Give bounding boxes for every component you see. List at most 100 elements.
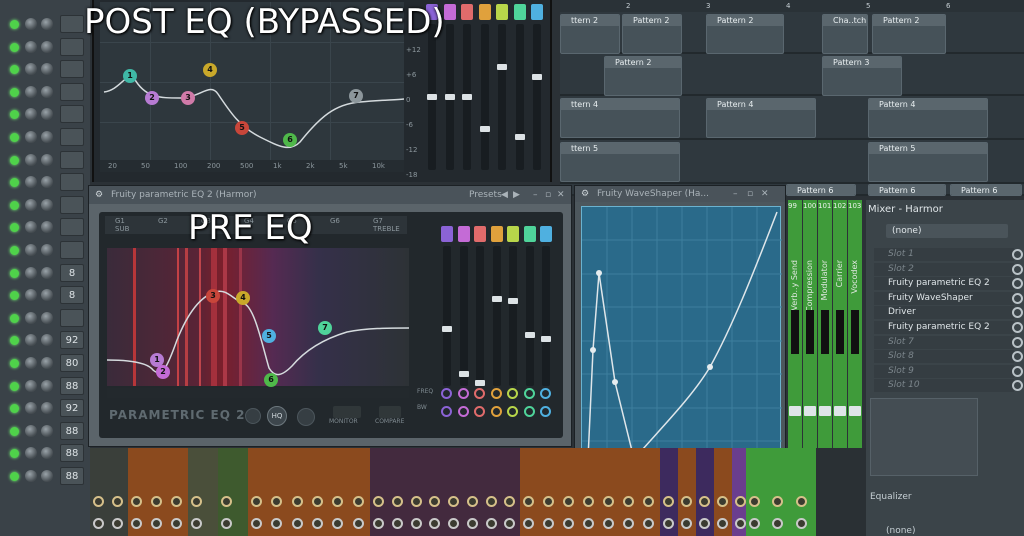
rack-channel-row[interactable]: 8 xyxy=(0,262,90,284)
insert-route-knob[interactable] xyxy=(171,518,182,529)
band-tag-4[interactable] xyxy=(478,4,491,20)
band-tag-3[interactable] xyxy=(474,226,486,242)
mode-knob[interactable] xyxy=(297,408,315,426)
pan-knob[interactable] xyxy=(25,153,37,166)
insert-pan-knob[interactable] xyxy=(410,496,422,507)
bandwidth-knob[interactable] xyxy=(457,406,469,417)
insert-pan-knob[interactable] xyxy=(151,496,162,507)
band-gain-slider-4[interactable] xyxy=(479,24,490,170)
waveshaper-plot[interactable]: ⚙ xyxy=(581,206,782,475)
bandwidth-knob[interactable] xyxy=(507,406,518,417)
insert-route-knob[interactable] xyxy=(448,518,459,529)
insert-pan-knob[interactable] xyxy=(221,496,232,507)
output-route-select[interactable]: (none) xyxy=(886,526,915,536)
pattern-clip[interactable]: Pattern 4 xyxy=(706,98,816,138)
eq-band-node[interactable]: 7 xyxy=(349,89,363,103)
insert-route-knob[interactable] xyxy=(643,518,654,529)
mixer-fx-slot[interactable]: Slot 1 xyxy=(874,248,1014,261)
eq-band-node[interactable]: 1 xyxy=(123,69,137,83)
volume-knob[interactable] xyxy=(41,198,53,211)
band-gain-slider-6[interactable] xyxy=(514,24,525,170)
insert-route-knob[interactable] xyxy=(583,518,594,529)
insert-pan-knob[interactable] xyxy=(131,496,142,507)
insert-route-knob[interactable] xyxy=(131,518,142,529)
insert-route-knob[interactable] xyxy=(291,518,303,529)
slider-handle[interactable] xyxy=(532,74,542,80)
play-icon[interactable] xyxy=(245,408,261,424)
band-tag-4[interactable] xyxy=(490,226,503,242)
insert-route-knob[interactable] xyxy=(112,518,123,529)
pre-eq-graph[interactable]: 1234567 xyxy=(107,248,409,387)
slot-mix-knob[interactable] xyxy=(1012,380,1023,392)
volume-knob[interactable] xyxy=(41,108,53,121)
channel-led[interactable] xyxy=(10,336,19,346)
slot-mix-knob[interactable] xyxy=(1012,292,1023,304)
band-tag-2[interactable] xyxy=(457,226,470,242)
freq-knob[interactable] xyxy=(507,388,518,399)
eq-band-node[interactable]: 6 xyxy=(283,133,297,147)
pan-knob[interactable] xyxy=(25,357,37,369)
channel-led[interactable] xyxy=(10,426,19,436)
slider-handle[interactable] xyxy=(508,298,518,304)
pan-knob[interactable] xyxy=(25,289,37,302)
pan-knob[interactable] xyxy=(25,63,37,76)
next-preset-icon[interactable]: ▶ xyxy=(513,186,520,204)
rack-channel-row[interactable] xyxy=(0,126,90,148)
channel-number[interactable]: 8 xyxy=(60,286,84,305)
insert-pan-knob[interactable] xyxy=(717,496,728,507)
channel-led[interactable] xyxy=(10,291,19,301)
hq-button[interactable]: HQ xyxy=(267,406,287,426)
insert-pan-knob[interactable] xyxy=(543,496,554,507)
volume-knob[interactable] xyxy=(41,447,53,460)
monitor-toggle[interactable] xyxy=(333,406,361,418)
insert-route-knob[interactable] xyxy=(373,518,384,529)
freq-knob[interactable] xyxy=(523,388,535,399)
insert-route-knob[interactable] xyxy=(623,518,634,529)
insert-pan-knob[interactable] xyxy=(563,496,574,507)
pattern-clip[interactable]: Pattern 6 xyxy=(786,184,856,196)
mixer-fx-slot[interactable]: Fruity WaveShaper xyxy=(874,291,1014,305)
rack-channel-row[interactable]: 88 xyxy=(0,442,90,464)
rack-channel-row[interactable] xyxy=(0,307,90,329)
presets-button[interactable]: Presets xyxy=(469,186,502,204)
channel-number[interactable] xyxy=(60,150,84,169)
post-eq-band-sliders[interactable] xyxy=(424,24,550,174)
mixer-fx-slot[interactable]: Slot 10 xyxy=(874,379,1014,393)
channel-led[interactable] xyxy=(10,178,19,188)
volume-knob[interactable] xyxy=(41,63,53,76)
channel-number[interactable]: 88 xyxy=(60,376,84,395)
band-tag-7[interactable] xyxy=(540,226,552,242)
pan-knob[interactable] xyxy=(25,40,37,53)
slider-handle[interactable] xyxy=(541,336,551,342)
rack-channel-row[interactable] xyxy=(0,216,90,238)
channel-led[interactable] xyxy=(10,359,19,368)
pan-knob[interactable] xyxy=(25,424,37,437)
channel-number[interactable] xyxy=(60,308,84,327)
rack-channel-row[interactable]: 88 xyxy=(0,465,90,487)
band-gain-slider-2[interactable] xyxy=(444,24,455,170)
volume-fader[interactable] xyxy=(834,406,846,416)
band-tag-6[interactable] xyxy=(523,226,536,242)
eq-band-node[interactable]: 2 xyxy=(145,91,159,105)
prev-preset-icon[interactable]: ◀ xyxy=(501,186,508,204)
channel-number[interactable] xyxy=(60,128,84,146)
mixer-fx-slot[interactable]: Fruity parametric EQ 2 xyxy=(874,277,1014,291)
insert-route-knob[interactable] xyxy=(191,518,202,529)
close-icon[interactable]: ✕ xyxy=(761,186,769,202)
volume-knob[interactable] xyxy=(41,311,53,324)
band-tag-5[interactable] xyxy=(507,226,519,242)
insert-route-knob[interactable] xyxy=(93,518,104,529)
insert-pan-knob[interactable] xyxy=(373,496,384,507)
channel-number[interactable] xyxy=(60,173,84,192)
rack-channel-row[interactable] xyxy=(0,13,90,35)
insert-route-knob[interactable] xyxy=(485,518,497,529)
pattern-clip[interactable]: Pattern 2 xyxy=(706,14,784,54)
volume-fader[interactable] xyxy=(804,406,816,416)
band-gain-slider-6[interactable] xyxy=(524,246,535,386)
insert-pan-knob[interactable] xyxy=(681,496,692,507)
insert-pan-knob[interactable] xyxy=(191,496,202,507)
pattern-clip[interactable]: Pattern 4 xyxy=(868,98,988,138)
volume-knob[interactable] xyxy=(41,266,53,279)
channel-led[interactable] xyxy=(10,200,19,210)
slot-mix-knob[interactable] xyxy=(1012,263,1023,275)
